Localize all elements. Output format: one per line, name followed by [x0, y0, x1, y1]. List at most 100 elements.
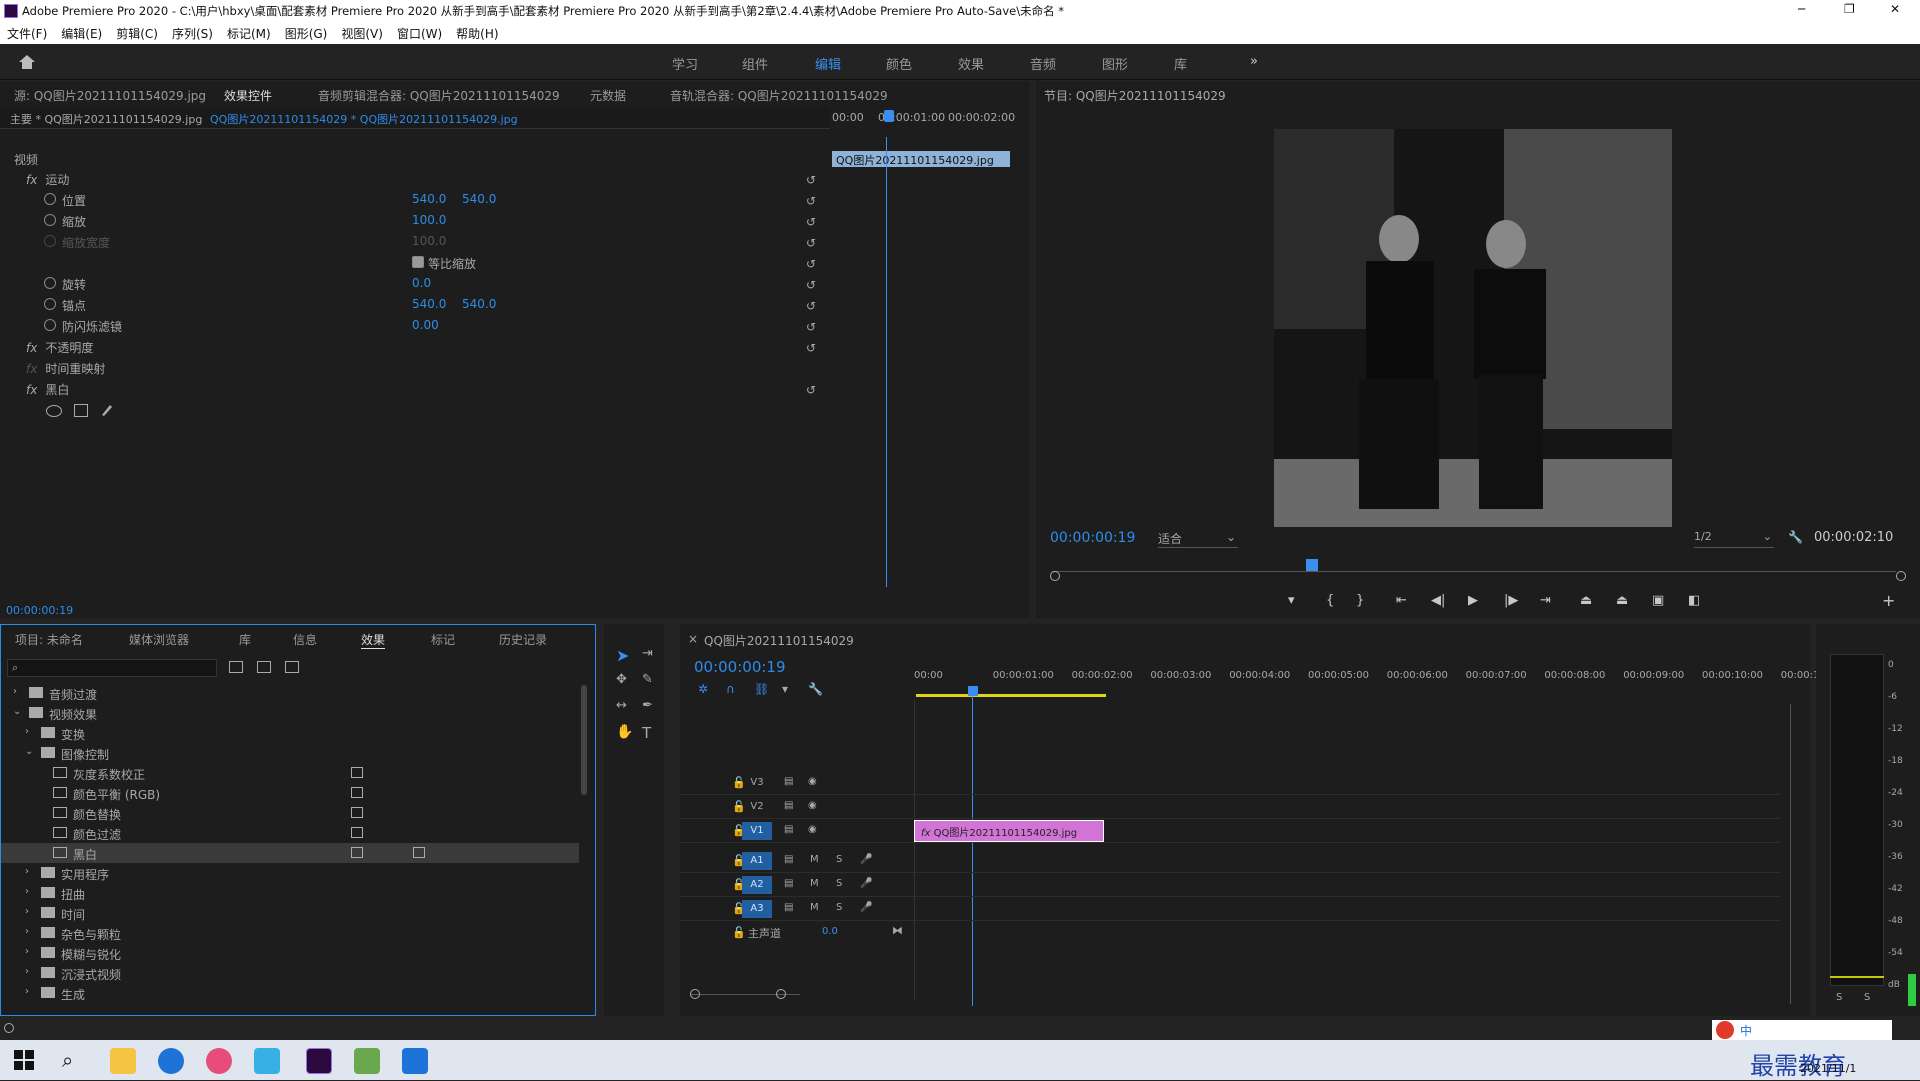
effects-tree-item[interactable]: 颜色过滤: [1, 823, 579, 843]
menu-item[interactable]: 窗口(W): [397, 27, 442, 41]
app-icon[interactable]: [402, 1048, 428, 1074]
lock-icon[interactable]: 🔓: [732, 926, 746, 939]
close-sequence-icon[interactable]: ×: [688, 632, 698, 646]
insert-nest-icon[interactable]: ✲: [698, 682, 708, 696]
program-title[interactable]: 节目: QQ图片20211101154029: [1044, 87, 1226, 104]
solo-button[interactable]: S: [836, 878, 842, 889]
stopwatch-icon[interactable]: [44, 277, 56, 289]
sync-lock-icon[interactable]: ▤: [784, 878, 793, 889]
stopwatch-icon[interactable]: [44, 319, 56, 331]
timeline-vscroll[interactable]: [1790, 704, 1791, 1004]
source-panel-tab[interactable]: 元数据: [590, 87, 626, 104]
pen-tool-icon[interactable]: ✒: [642, 698, 653, 713]
effects-tree-item[interactable]: 灰度系数校正: [1, 763, 579, 783]
track-target-a2[interactable]: A2: [742, 876, 772, 894]
effects-panel-tab[interactable]: 项目: 未命名: [15, 631, 83, 648]
32bit-effects-icon[interactable]: [257, 661, 271, 673]
close-button[interactable]: ✕: [1890, 2, 1900, 16]
mark-out-icon[interactable]: }: [1356, 593, 1364, 608]
edge-browser-icon[interactable]: [158, 1048, 184, 1074]
scroll-handle-icon[interactable]: [1050, 571, 1060, 581]
effects-panel-tab[interactable]: 效果: [361, 631, 386, 649]
hand-tool-icon[interactable]: ✋: [616, 724, 633, 740]
reset-icon[interactable]: ↺: [806, 278, 816, 292]
source-panel-tab[interactable]: 效果控件: [224, 87, 272, 104]
eye-icon[interactable]: ◉: [808, 824, 817, 835]
playhead-handle[interactable]: [884, 110, 894, 122]
snap-icon[interactable]: ∩: [726, 682, 735, 696]
chevron-icon[interactable]: ›: [25, 966, 29, 977]
solo-button[interactable]: S: [836, 902, 842, 913]
effects-scrollbar[interactable]: [581, 685, 587, 795]
menu-item[interactable]: 图形(G): [285, 27, 328, 41]
workspace-tab[interactable]: 图形: [1102, 54, 1128, 73]
play-icon[interactable]: ▶: [1468, 593, 1478, 608]
workspace-tab[interactable]: 效果: [958, 54, 984, 73]
workspace-tab[interactable]: 组件: [742, 54, 768, 73]
compare-view-icon[interactable]: ◧: [1688, 593, 1700, 608]
chevron-icon[interactable]: ⌄: [13, 706, 21, 717]
program-current-time[interactable]: 00:00:00:19: [1050, 530, 1135, 546]
program-video-frame[interactable]: [1274, 129, 1672, 527]
source-panel-tab[interactable]: 音频剪辑混合器: QQ图片20211101154029: [318, 87, 560, 104]
effects-panel-tab[interactable]: 标记: [431, 631, 455, 648]
position-x-value[interactable]: 540.0: [412, 192, 446, 212]
flicker-value[interactable]: 0.00: [412, 318, 439, 338]
menu-item[interactable]: 视图(V): [341, 27, 383, 41]
razor-tool-icon[interactable]: ✎: [642, 672, 653, 687]
stopwatch-icon[interactable]: [44, 193, 56, 205]
solo-button[interactable]: S: [836, 854, 842, 865]
track-target-v1[interactable]: V1: [742, 822, 772, 840]
menu-item[interactable]: 序列(S): [172, 27, 213, 41]
timeline-playhead-handle[interactable]: [968, 686, 978, 696]
chevron-icon[interactable]: ›: [13, 686, 17, 697]
mic-icon[interactable]: 🎤: [860, 854, 872, 865]
yuv-effects-icon[interactable]: [285, 661, 299, 673]
add-button-icon[interactable]: +: [1882, 591, 1895, 610]
scroll-handle-icon[interactable]: [690, 989, 700, 999]
mark-in-icon[interactable]: {: [1326, 593, 1334, 608]
effects-tree-item[interactable]: 颜色平衡 (RGB): [1, 783, 579, 803]
ec-ruler[interactable]: 00:00 00:00:01:00 00:00:02:00: [830, 107, 1030, 129]
rotation-value[interactable]: 0.0: [412, 276, 431, 296]
timeline-clip[interactable]: fx QQ图片20211101154029.jpg: [914, 820, 1104, 842]
chevron-icon[interactable]: ›: [25, 906, 29, 917]
effects-panel-tab[interactable]: 库: [239, 631, 251, 648]
ellipse-mask-icon[interactable]: [46, 405, 62, 417]
effects-tree-item[interactable]: › 杂色与颗粒: [1, 923, 579, 943]
sync-lock-icon[interactable]: ▤: [784, 800, 793, 811]
mute-button[interactable]: M: [810, 854, 819, 865]
reset-icon[interactable]: ↺: [806, 236, 816, 250]
workspace-tab[interactable]: 音频: [1030, 54, 1056, 73]
master-end-icon[interactable]: ⧓: [892, 924, 903, 937]
chevron-icon[interactable]: ⌄: [25, 746, 33, 757]
chevron-icon[interactable]: ›: [25, 926, 29, 937]
chevron-icon[interactable]: ›: [25, 866, 29, 877]
reset-icon[interactable]: ↺: [806, 173, 816, 187]
menu-item[interactable]: 编辑(E): [61, 27, 102, 41]
lift-icon[interactable]: ⏏: [1580, 593, 1592, 608]
app-icon[interactable]: [354, 1048, 380, 1074]
scale-value[interactable]: 100.0: [412, 213, 446, 233]
go-to-in-icon[interactable]: ⇤: [1396, 593, 1407, 608]
chevron-icon[interactable]: ›: [25, 886, 29, 897]
sync-lock-icon[interactable]: ▤: [784, 902, 793, 913]
effects-panel-tab[interactable]: 历史记录: [499, 631, 547, 648]
master-clip-label[interactable]: 主要 * QQ图片20211101154029.jpg: [10, 111, 202, 127]
app-icon[interactable]: [254, 1048, 280, 1074]
work-area-bar[interactable]: [916, 694, 1106, 697]
search-icon[interactable]: ⌕: [62, 1048, 73, 1072]
rectangle-mask-icon[interactable]: [74, 404, 88, 417]
reset-icon[interactable]: ↺: [806, 299, 816, 313]
mute-button[interactable]: M: [810, 878, 819, 889]
wrench-icon[interactable]: 🔧: [1788, 530, 1803, 544]
solo-right-button[interactable]: S: [1864, 992, 1870, 1003]
add-marker-icon[interactable]: ▾: [782, 682, 788, 696]
chevron-icon[interactable]: ›: [25, 946, 29, 957]
premiere-taskbar-icon[interactable]: [306, 1048, 332, 1074]
bw-fx-icon[interactable]: fx: [26, 383, 37, 397]
effects-tree-item[interactable]: › 时间: [1, 903, 579, 923]
reset-icon[interactable]: ↺: [806, 341, 816, 355]
reset-icon[interactable]: ↺: [806, 383, 816, 397]
extract-icon[interactable]: ⏏: [1616, 593, 1628, 608]
